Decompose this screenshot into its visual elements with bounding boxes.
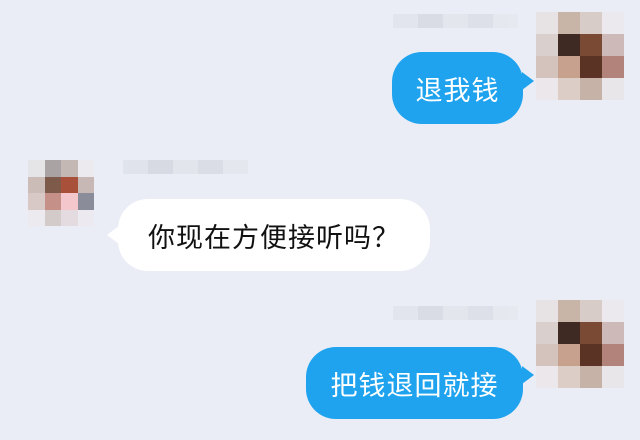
message-bubble-sent[interactable]: 退我钱: [392, 52, 523, 124]
bubble-tail: [522, 72, 534, 90]
avatar[interactable]: [536, 12, 624, 100]
sender-name-blurred: [393, 306, 518, 320]
message-text: 退我钱: [415, 75, 500, 107]
avatar[interactable]: [28, 160, 94, 226]
message-text: 你现在方便接听吗？: [148, 222, 400, 254]
bubble-tail: [522, 366, 534, 384]
avatar[interactable]: [536, 300, 624, 388]
message-bubble-sent[interactable]: 把钱退回就接: [306, 347, 523, 419]
message-text: 把钱退回就接: [330, 370, 499, 402]
sender-name-blurred: [123, 160, 248, 174]
message-bubble-received[interactable]: 你现在方便接听吗？: [118, 199, 430, 271]
sender-name-blurred: [393, 14, 518, 28]
